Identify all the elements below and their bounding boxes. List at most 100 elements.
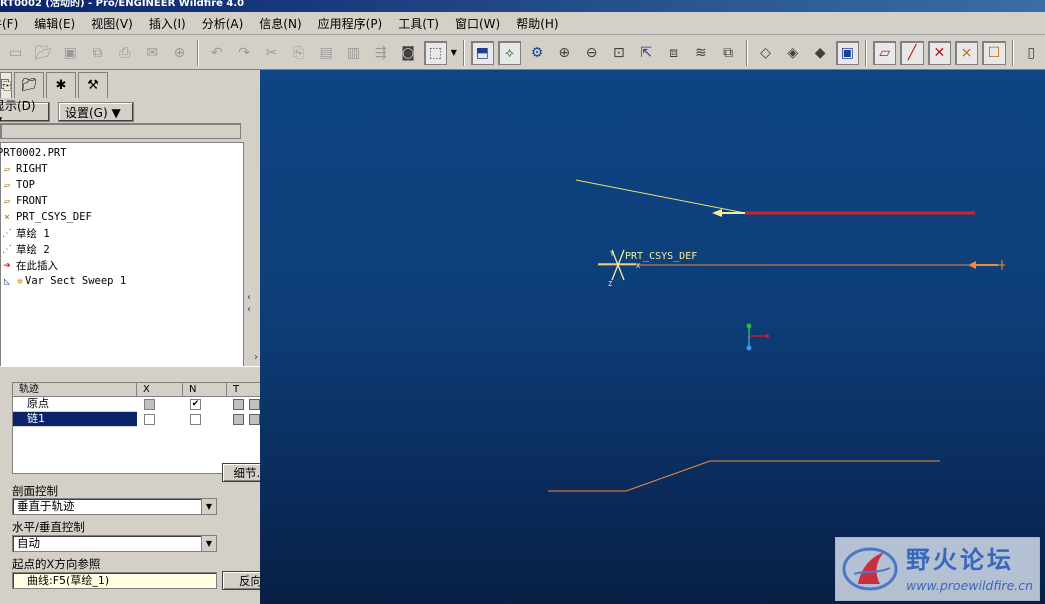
tree-item-part[interactable]: PRT0002.PRT [0,145,67,161]
toolbar-separator [865,39,868,66]
col-header-trajectory: 轨迹 [13,383,137,397]
copy-save-icon[interactable]: ⧉ [86,41,109,65]
tree-item-front[interactable]: ▱ FRONT [1,193,48,209]
zoom-in-icon[interactable]: ⊕ [553,41,576,65]
datum-axes-icon[interactable]: ╱ [900,40,924,65]
paste-icon[interactable]: ▤ [314,41,337,65]
hv-control-label: 水平/垂直控制 [12,520,85,534]
copy-icon[interactable]: ⎘ [287,41,310,65]
menu-bar: 文件(F) 编辑(E) 视图(V) 插入(I) 分析(A) 信息(N) 应用程序… [0,12,1045,35]
hv-control-select[interactable]: 自动 ▼ [12,535,217,552]
undo-icon[interactable]: ↶ [205,41,228,65]
reorient-icon[interactable]: ⇱ [635,41,658,65]
section-control-value: 垂直于轨迹 [17,499,75,513]
tree-item-top[interactable]: ▱ TOP [1,177,35,193]
expand-arrow-icon[interactable]: › [254,352,258,363]
menu-window[interactable]: 窗口(W) [449,15,510,32]
tree-item-insert-here[interactable]: ➔ 在此插入 [1,257,58,273]
saved-views-icon[interactable]: ⧈ [662,41,685,65]
table-row-origin[interactable]: 原点 [13,397,137,412]
collapse-arrow-icon[interactable]: ‹ [247,304,251,315]
graphics-viewport[interactable]: Y Z X PRT_CSYS_DEF [260,70,1045,604]
orient-mode-icon[interactable]: ⚙ [525,41,548,65]
wireframe-icon[interactable]: ◇ [754,41,777,65]
connections-tab-icon[interactable]: ⚒ [78,72,108,98]
settings-dropdown[interactable]: 设置(G) ▼ [58,102,134,122]
paste-special-icon[interactable]: ▥ [342,41,365,65]
select-box-icon[interactable]: ⬚ [423,40,447,65]
n-checkbox-origin[interactable]: ✔ [190,399,201,410]
datum-points-icon[interactable]: ✕ [927,40,951,65]
menu-applications[interactable]: 应用程序(P) [312,15,393,32]
x-checkbox-origin[interactable] [144,399,155,410]
menu-file[interactable]: 文件(F) [0,15,28,32]
find-icon[interactable]: ◙ [396,41,419,65]
t-checkbox-chain1-a[interactable] [233,414,244,425]
spin-center-icon[interactable]: ⟡ [498,40,522,65]
refit-icon[interactable]: ⊡ [607,41,630,65]
table-row-chain1[interactable]: 链1 [13,412,137,427]
tree-item-sketch2[interactable]: ⋰ 草绘 2 [1,241,50,257]
select-dropdown-icon[interactable]: ▼ [449,41,459,65]
datum-planes-icon[interactable]: ▱ [873,40,897,65]
open-icon[interactable]: ▭ [4,41,27,65]
model-tree-tab-icon[interactable]: ⎘ [0,72,12,98]
show-dropdown[interactable]: 显示(D) ▼ [0,99,50,128]
toolbar-separator [462,39,465,66]
t-checkbox-chain1-b[interactable] [249,414,260,425]
annotations-icon[interactable]: ☐ [982,40,1006,65]
sweep-references-panel: 轨迹 X N T 原点 ✔ 链1 细节... 剖面控制 垂直于轨迹 ▼ 水平/垂… [0,366,294,604]
layers-icon[interactable]: ≋ [689,41,712,65]
tree-item-csys[interactable]: ⨯ PRT_CSYS_DEF [1,209,92,225]
tree-filter-bar[interactable] [0,123,241,139]
hidden-line-icon[interactable]: ◈ [781,41,804,65]
x-ref-field[interactable]: 曲线:F5(草绘_1) [12,572,217,589]
start-arrow-head [712,209,722,217]
csys-z-label: Z [608,280,612,288]
tree-item-sweep[interactable]: ◺ ✲ Var Sect Sweep 1 [1,273,126,289]
menu-analysis[interactable]: 分析(A) [196,15,254,32]
folder-browser-tab-icon[interactable]: 📁︎ [14,72,44,98]
x-checkbox-chain1[interactable] [144,414,155,425]
trajectory-line [575,179,746,214]
regenerate-icon[interactable]: ⇶ [369,41,392,65]
toolbar-separator [1011,39,1014,66]
menu-help[interactable]: 帮助(H) [510,15,568,32]
menu-insert[interactable]: 插入(I) [143,15,196,32]
collapse-arrow-icon[interactable]: ‹ [247,292,251,303]
cut-icon[interactable]: ✂ [260,41,283,65]
n-checkbox-chain1[interactable] [190,414,201,425]
spin-center-icon [746,323,769,351]
tree-item-right[interactable]: ▱ RIGHT [1,161,48,177]
save-icon[interactable]: ▣ [59,41,82,65]
menu-view[interactable]: 视图(V) [85,15,143,32]
sketch-icon: ⋰ [2,227,12,239]
view-manager-icon[interactable]: ⧉ [717,41,740,65]
insert-here-icon: ➔ [3,258,11,272]
t-checkbox-origin-a[interactable] [233,399,244,410]
csys-x-label: X [636,262,641,270]
repaint-icon[interactable]: ⬒ [470,40,494,65]
no-hidden-icon[interactable]: ◆ [808,41,831,65]
section-control-select[interactable]: 垂直于轨迹 ▼ [12,498,217,515]
tree-item-sketch1[interactable]: ⋰ 草绘 1 [1,225,50,241]
var-sect-sweep-icon: ◺ [3,275,11,287]
menu-edit[interactable]: 编辑(E) [28,15,85,32]
menu-tools[interactable]: 工具(T) [392,15,449,32]
col-header-n: N [183,383,227,397]
shading-icon[interactable]: ▣ [835,40,860,65]
email-icon[interactable]: ✉ [141,41,164,65]
t-checkbox-origin-b[interactable] [249,399,260,410]
more-icon[interactable]: ▯ [1020,41,1043,65]
open-folder-icon[interactable]: 📂︎ [31,41,54,65]
print-icon[interactable]: ⎙ [113,41,136,65]
csys-icon[interactable]: ⨯ [955,40,979,65]
zoom-out-icon[interactable]: ⊖ [580,41,603,65]
chevron-down-icon[interactable]: ▼ [201,499,216,514]
email-link-icon[interactable]: ⊕ [168,41,191,65]
menu-info[interactable]: 信息(N) [253,15,311,32]
tree-item-label: PRT_CSYS_DEF [16,211,92,223]
redo-icon[interactable]: ↷ [233,41,256,65]
chevron-down-icon[interactable]: ▼ [201,536,216,551]
favorites-tab-icon[interactable]: ✱ [46,72,76,98]
